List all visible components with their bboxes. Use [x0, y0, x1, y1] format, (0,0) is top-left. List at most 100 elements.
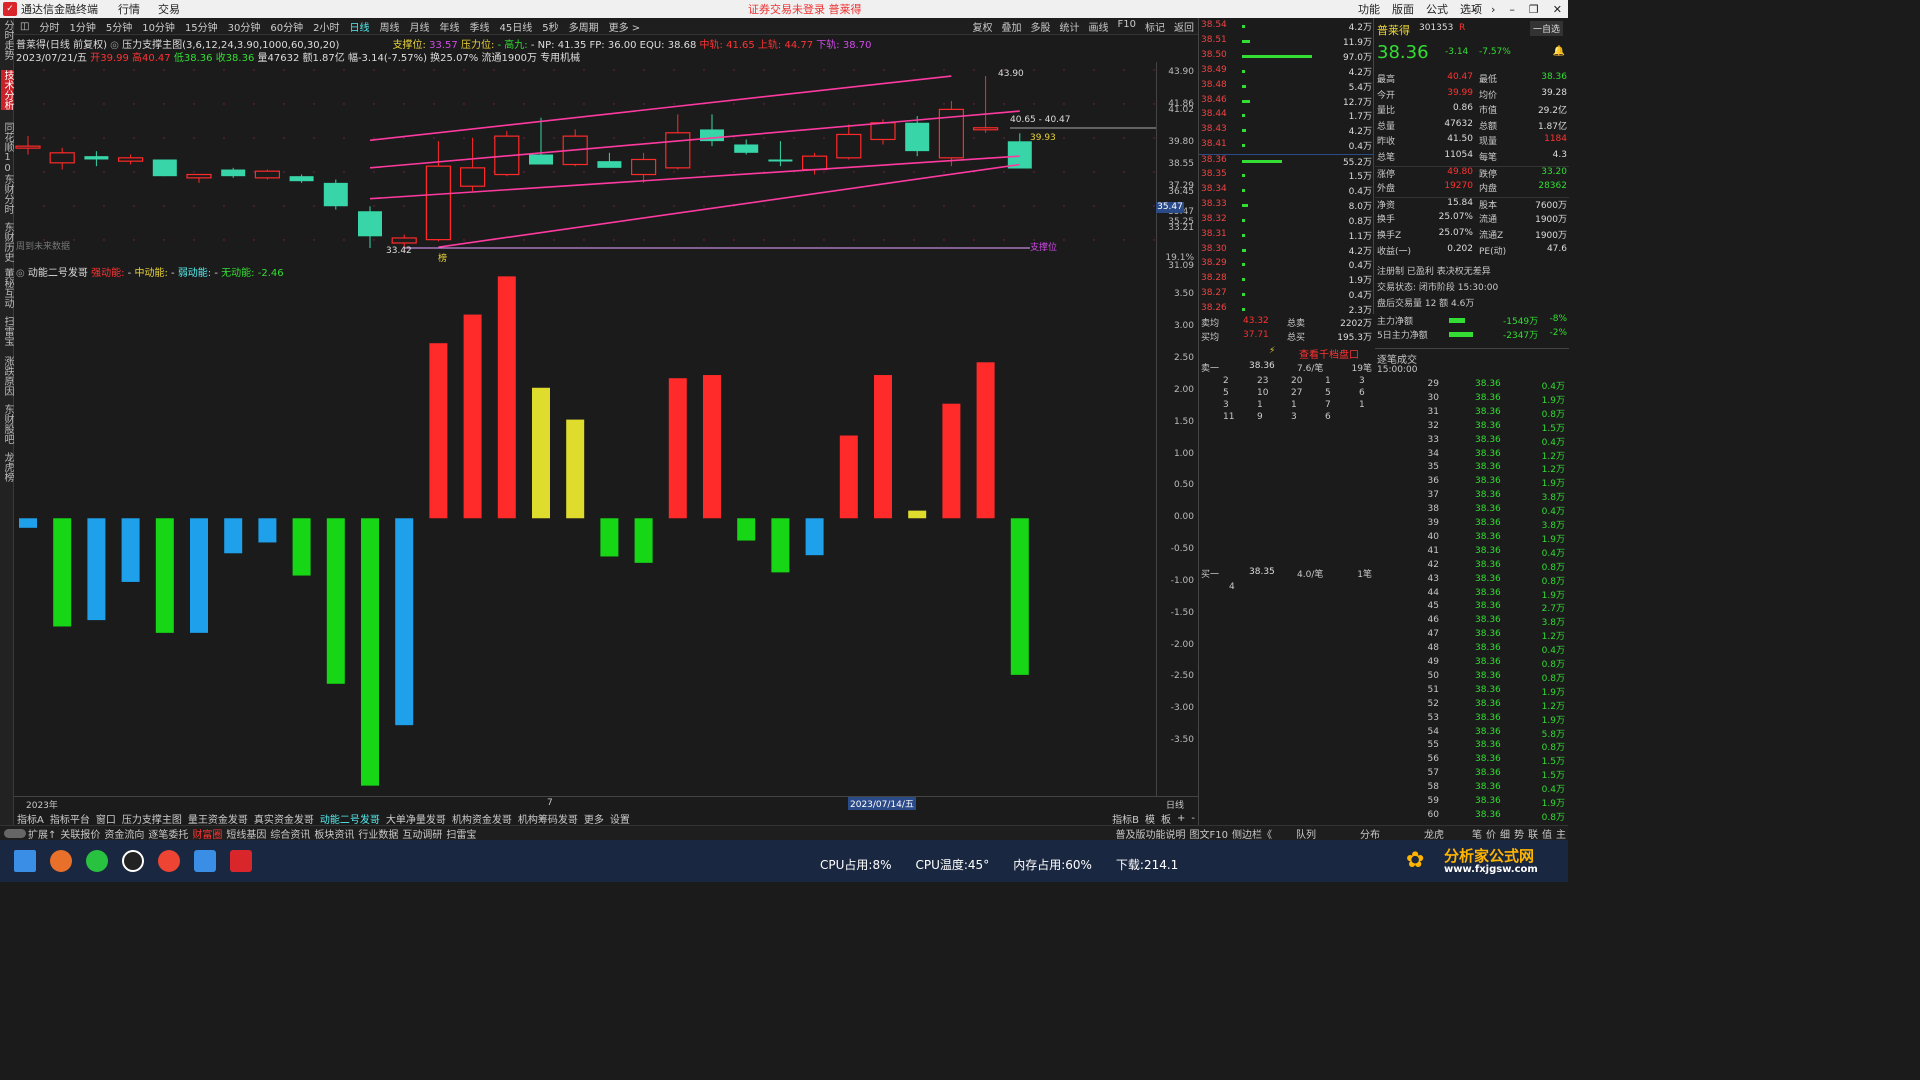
btn-multistock[interactable]: 多股	[1031, 19, 1051, 34]
tab-detail[interactable]: 细	[1498, 826, 1512, 841]
tab-wealth-circle[interactable]: 财富圈	[190, 826, 224, 841]
tab-queue[interactable]: 队列	[1294, 826, 1318, 841]
btn-adjust[interactable]: 复权	[973, 19, 993, 34]
vtab-intraday[interactable]: 分时走势	[1, 20, 13, 60]
vtab-technical[interactable]: 技术分析	[1, 70, 13, 110]
tab-research[interactable]: 互动调研	[400, 826, 444, 841]
tab-short-gene[interactable]: 短线基因	[224, 826, 268, 841]
tab-board[interactable]: 板	[1158, 811, 1174, 826]
tab-inst-chips[interactable]: 机构筹码发哥	[515, 811, 581, 826]
tab-fund-flow[interactable]: 资金流向	[102, 826, 146, 841]
momentum-bar-chart[interactable]	[14, 262, 1156, 794]
vtab-dc-history[interactable]: 东财历史	[1, 222, 13, 262]
btn-f10[interactable]: F10	[1118, 19, 1136, 34]
tab-industry-data[interactable]: 行业数据	[356, 826, 400, 841]
tab-trend[interactable]: 势	[1512, 826, 1526, 841]
tab-big-order[interactable]: 大单净量发哥	[383, 811, 449, 826]
tab-inst-fund[interactable]: 机构资金发哥	[449, 811, 515, 826]
layout-icon[interactable]: ◫	[20, 21, 29, 32]
vtab-reasons[interactable]: 涨跌原因	[1, 356, 13, 396]
restore-icon[interactable]: ❐	[1529, 3, 1539, 16]
tab-more[interactable]: 更多	[581, 811, 607, 826]
close-icon[interactable]: ✕	[1553, 3, 1562, 16]
tab-momentum2[interactable]: 动能二号发哥	[317, 811, 383, 826]
chrome-icon[interactable]	[158, 850, 180, 872]
period-1min[interactable]: 1分钟	[69, 19, 95, 34]
toggle-switch[interactable]	[4, 828, 26, 838]
firefox-icon[interactable]	[50, 850, 72, 872]
tab-mode[interactable]: 模	[1142, 811, 1158, 826]
windows-start-icon[interactable]	[14, 850, 36, 872]
tab-indicator-platform[interactable]: 指标平台	[47, 811, 93, 826]
tab-related-quote[interactable]: 关联报价	[58, 826, 102, 841]
deep-book-link[interactable]: 查看千档盘口	[1299, 346, 1359, 361]
vtab-minesweeper[interactable]: 扫雷宝	[1, 316, 13, 346]
qq-icon[interactable]	[122, 850, 144, 872]
period-quarterly[interactable]: 季线	[470, 19, 490, 34]
menu-trade[interactable]: 交易	[158, 1, 180, 17]
vtab-dragon-tiger[interactable]: 龙虎榜	[1, 452, 13, 482]
minimize-icon[interactable]: –	[1509, 3, 1515, 16]
vtab-forum[interactable]: 东财股吧	[1, 404, 13, 444]
bell-icon[interactable]: 🔔	[1553, 46, 1565, 57]
tab-news[interactable]: 综合资讯	[268, 826, 312, 841]
period-daily[interactable]: 日线	[350, 19, 370, 34]
tab-main[interactable]: 主	[1554, 826, 1568, 841]
tab-pressure-support[interactable]: 压力支撑主图	[119, 811, 185, 826]
tab-feature-guide[interactable]: 普及版功能说明	[1114, 826, 1188, 841]
period-60min[interactable]: 60分钟	[270, 19, 303, 34]
tab-trades[interactable]: 笔	[1470, 826, 1484, 841]
period-30min[interactable]: 30分钟	[228, 19, 261, 34]
menu-layout[interactable]: 版面	[1392, 1, 1414, 17]
tab-volume-king[interactable]: 量王资金发哥	[185, 811, 251, 826]
tab-order-detail[interactable]: 逐笔委托	[146, 826, 190, 841]
period-intraday[interactable]: 分时	[39, 19, 59, 34]
mail-icon[interactable]	[194, 850, 216, 872]
tab-window[interactable]: 窗口	[93, 811, 119, 826]
wechat-icon[interactable]	[86, 850, 108, 872]
period-yearly[interactable]: 年线	[440, 19, 460, 34]
add-watchlist-button[interactable]: 一自选	[1529, 21, 1563, 36]
period-2h[interactable]: 2小时	[313, 19, 339, 34]
btn-mark[interactable]: 标记	[1145, 19, 1165, 34]
tab-indicator-b[interactable]: 指标B	[1109, 811, 1142, 826]
period-15min[interactable]: 15分钟	[185, 19, 218, 34]
period-monthly[interactable]: 月线	[410, 19, 430, 34]
tdx-app-icon[interactable]	[230, 850, 252, 872]
tab-link[interactable]: 联	[1526, 826, 1540, 841]
tab-settings[interactable]: 设置	[607, 811, 633, 826]
vtab-dc-intraday[interactable]: 东财分时	[1, 174, 13, 214]
period-multi[interactable]: 多周期	[569, 19, 599, 34]
forward-icon[interactable]: ›	[1491, 3, 1495, 16]
tab-sidebar[interactable]: 侧边栏《	[1230, 826, 1274, 841]
period-10min[interactable]: 10分钟	[142, 19, 175, 34]
candlestick-chart[interactable]: 周到未来数据 43.90 33.42 40.65 - 40.47 39.93 支…	[14, 62, 1156, 264]
tab-distribution[interactable]: 分布	[1358, 826, 1382, 841]
period-5min[interactable]: 5分钟	[106, 19, 132, 34]
period-5sec[interactable]: 5秒	[542, 19, 558, 34]
period-weekly[interactable]: 周线	[380, 19, 400, 34]
period-more[interactable]: 更多 >	[609, 19, 641, 34]
tab-remove[interactable]: -	[1188, 813, 1198, 824]
tab-dragon[interactable]: 龙虎	[1422, 826, 1446, 841]
menu-quotes[interactable]: 行情	[118, 1, 140, 17]
back-icon[interactable]: ‹	[1473, 3, 1477, 16]
btn-return[interactable]: 返回	[1174, 19, 1194, 34]
menu-function[interactable]: 功能	[1358, 1, 1380, 17]
period-45day[interactable]: 45日线	[500, 19, 533, 34]
vtab-secretary[interactable]: 董秘互动	[1, 268, 13, 308]
login-notice[interactable]: 证券交易未登录 普莱得	[748, 1, 862, 17]
btn-stats[interactable]: 统计	[1060, 19, 1080, 34]
tab-real-fund[interactable]: 真实资金发哥	[251, 811, 317, 826]
tab-indicator-a[interactable]: 指标A	[14, 811, 47, 826]
menu-formula[interactable]: 公式	[1426, 1, 1448, 17]
tab-value[interactable]: 值	[1540, 826, 1554, 841]
btn-draw[interactable]: 画线	[1089, 19, 1109, 34]
vtab-ths10[interactable]: 同花顺10	[1, 122, 13, 174]
btn-overlay[interactable]: 叠加	[1002, 19, 1022, 34]
tab-minesweeper[interactable]: 扫雷宝	[444, 826, 478, 841]
tab-expand[interactable]: 扩展↑	[26, 826, 58, 841]
tab-f10-graphic[interactable]: 图文F10	[1188, 826, 1230, 841]
tab-price[interactable]: 价	[1484, 826, 1498, 841]
tab-sector-news[interactable]: 板块资讯	[312, 826, 356, 841]
